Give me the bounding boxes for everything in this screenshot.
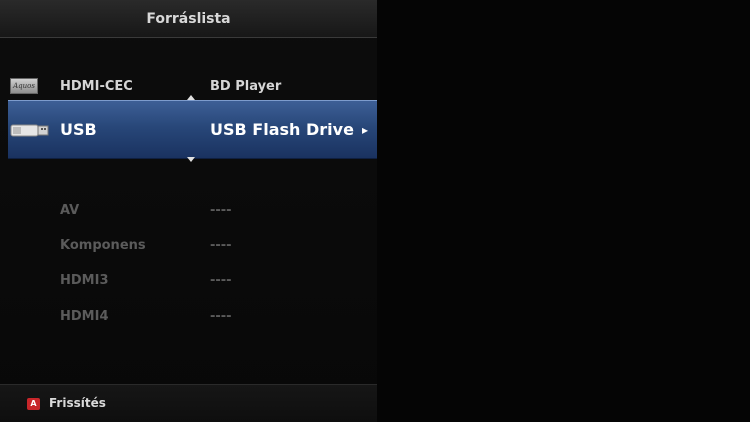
hdmi-cec-logo-icon: Aquos [10, 78, 38, 94]
source-name: HDMI-CEC [60, 78, 133, 94]
page-title: Forráslista [146, 10, 231, 27]
cec-logo-text: Aquos [10, 78, 38, 94]
source-device: ---- [210, 237, 232, 253]
source-device: ---- [210, 308, 232, 324]
source-device: ---- [210, 202, 232, 218]
source-item-av[interactable]: AV ---- [8, 200, 377, 220]
source-device: ---- [210, 272, 232, 288]
source-name: HDMI3 [60, 272, 109, 288]
source-device: USB Flash Drive [210, 120, 354, 139]
source-name: USB [60, 120, 97, 139]
source-list-panel: Forráslista Aquos HDMI-CEC BD Player USB [0, 0, 377, 422]
source-item-hdmi4[interactable]: HDMI4 ---- [8, 306, 377, 326]
screen: Forráslista Aquos HDMI-CEC BD Player USB [0, 0, 750, 422]
refresh-action-label[interactable]: Frissítés [49, 396, 106, 410]
chevron-right-icon[interactable]: ▸ [362, 123, 368, 137]
source-name: Komponens [60, 237, 146, 253]
scroll-down-arrow-icon[interactable] [187, 157, 195, 162]
source-name: AV [60, 202, 80, 218]
source-item-hdmi3[interactable]: HDMI3 ---- [8, 270, 377, 290]
usb-icon [10, 120, 50, 140]
source-item-komponens[interactable]: Komponens ---- [8, 235, 377, 255]
header-bar: Forráslista [0, 0, 377, 38]
source-item-usb[interactable]: USB USB Flash Drive ▸ [8, 100, 377, 159]
red-key-icon[interactable]: A [27, 398, 40, 410]
source-device: BD Player [210, 78, 282, 94]
footer-bar: A Frissítés [0, 384, 377, 422]
source-name: HDMI4 [60, 308, 109, 324]
